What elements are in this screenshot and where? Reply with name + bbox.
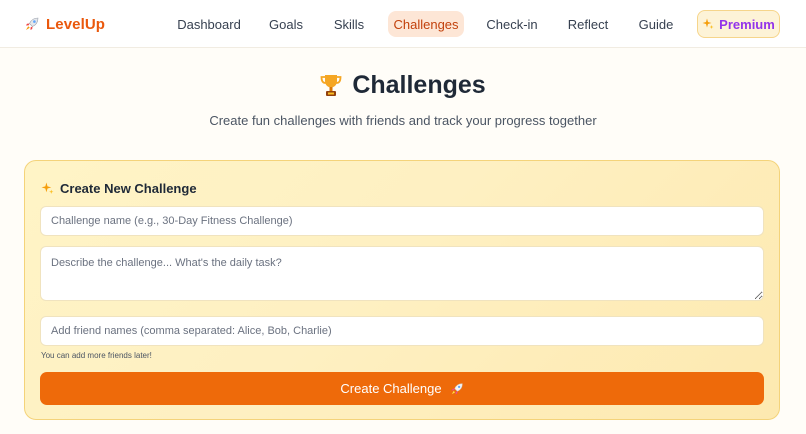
premium-button[interactable]: Premium xyxy=(697,10,780,38)
create-challenge-card: Create New Challenge You can add more fr… xyxy=(24,160,780,420)
nav-dashboard[interactable]: Dashboard xyxy=(172,11,246,37)
page-subtitle: Create fun challenges with friends and t… xyxy=(209,113,597,128)
sparkles-icon xyxy=(41,182,54,194)
card-title: Create New Challenge xyxy=(60,180,197,196)
page-title: Challenges xyxy=(352,70,486,99)
premium-label: Premium xyxy=(719,16,775,32)
nav-check-in[interactable]: Check-in xyxy=(480,11,544,37)
friend-names-input[interactable] xyxy=(40,316,764,346)
friends-hint: You can add more friends later! xyxy=(41,351,152,360)
page-heading: Challenges xyxy=(0,68,806,102)
top-navbar: LevelUp Dashboard Goals Skills Challenge… xyxy=(0,0,806,48)
sparkles-icon xyxy=(702,18,714,30)
trophy-icon xyxy=(320,73,342,97)
card-header: Create New Challenge xyxy=(41,179,197,197)
rocket-icon xyxy=(450,382,464,396)
nav-guide[interactable]: Guide xyxy=(631,11,681,37)
nav-goals[interactable]: Goals xyxy=(261,11,311,37)
nav-skills[interactable]: Skills xyxy=(326,11,372,37)
create-challenge-label: Create Challenge xyxy=(340,381,442,396)
rocket-icon xyxy=(24,16,40,32)
challenges-page: LevelUp Dashboard Goals Skills Challenge… xyxy=(0,0,806,434)
create-challenge-button[interactable]: Create Challenge xyxy=(40,372,764,405)
challenge-name-input[interactable] xyxy=(40,206,764,236)
nav-reflect[interactable]: Reflect xyxy=(560,11,616,37)
brand-name: LevelUp xyxy=(46,15,106,33)
brand-logo[interactable]: LevelUp xyxy=(24,14,105,34)
challenge-description-textarea[interactable] xyxy=(40,246,764,301)
nav-challenges[interactable]: Challenges xyxy=(388,11,464,37)
